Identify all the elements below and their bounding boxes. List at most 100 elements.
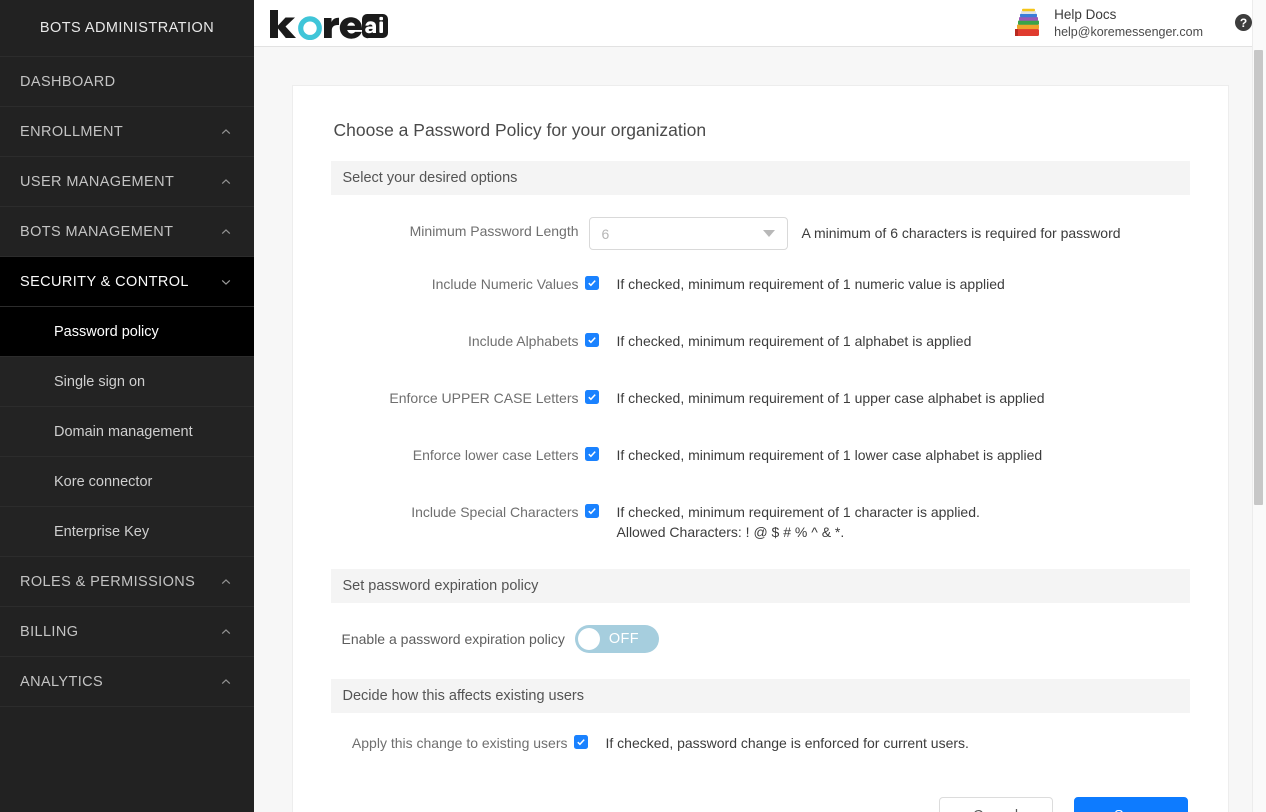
help-title: Help Docs (1054, 7, 1117, 23)
sidebar-item-enrollment[interactable]: ENROLLMENT (0, 107, 254, 157)
sidebar-item-label: DASHBOARD (20, 73, 116, 90)
password-policy-card: Choose a Password Policy for your organi… (291, 85, 1229, 812)
toggle-knob (577, 627, 600, 650)
chevron-down-icon (762, 230, 775, 237)
help-text-block: Help Docs help@koremessenger.com (1054, 6, 1203, 39)
top-bar: Help Docs help@koremessenger.com ? (254, 0, 1266, 47)
section-header-existing-users: Decide how this affects existing users (330, 678, 1190, 713)
chevron-up-icon (220, 176, 232, 188)
row-enforce-upper-case: Enforce UPPER CASE Letters If checked, m… (331, 388, 1190, 428)
chevron-down-icon (220, 276, 232, 288)
cancel-button[interactable]: Cancel (938, 796, 1053, 812)
kore-ai-logo[interactable] (264, 6, 388, 40)
sidebar-item-dashboard[interactable]: DASHBOARD (0, 57, 254, 107)
scroll-pane: Choose a Password Policy for your organi… (254, 47, 1266, 812)
include-numeric-values-checkbox-cell (579, 274, 605, 290)
row-enforce-lower-case: Enforce lower case Letters If checked, m… (331, 445, 1190, 485)
section-header-expiration: Set password expiration policy (330, 568, 1190, 603)
enforce-upper-case-checkbox-cell (579, 388, 605, 404)
question-mark-icon[interactable]: ? (1235, 14, 1252, 32)
chevron-up-icon (220, 626, 232, 638)
page-title: Choose a Password Policy for your organi… (333, 120, 707, 140)
include-special-characters-checkbox-cell (579, 502, 605, 518)
include-special-characters-checkbox[interactable] (584, 504, 599, 518)
sidebar-item-single-sign-on[interactable]: Single sign on (0, 357, 254, 407)
enforce-lower-case-desc: If checked, minimum requirement of 1 low… (616, 447, 1043, 463)
row-minimum-password-length: Minimum Password Length 6 A minimum of 6… (331, 217, 1190, 257)
password-expiration-toggle[interactable]: OFF (574, 624, 659, 653)
sidebar-item-user-management[interactable]: USER MANAGEMENT (0, 157, 254, 207)
sidebar-subitem-label: Kore connector (54, 473, 153, 490)
enforce-lower-case-checkbox[interactable] (584, 447, 599, 461)
chevron-up-icon (220, 576, 232, 588)
sidebar-item-domain-management[interactable]: Domain management (0, 407, 254, 457)
sidebar-item-label: ROLES & PERMISSIONS (20, 573, 196, 590)
apply-existing-users-desc: If checked, password change is enforced … (605, 734, 969, 751)
sidebar-subitem-label: Enterprise Key (54, 523, 150, 540)
app-root: BOTS ADMINISTRATION DASHBOARD ENROLLMENT… (0, 0, 1266, 812)
main-area: Help Docs help@koremessenger.com ? Choos… (254, 0, 1266, 812)
apply-existing-users-checkbox[interactable] (573, 734, 588, 749)
sidebar-subitem-label: Password policy (54, 323, 159, 340)
scrollbar-thumb[interactable] (1254, 50, 1263, 505)
sidebar-item-bots-management[interactable]: BOTS MANAGEMENT (0, 207, 254, 257)
include-special-characters-desc-block: If checked, minimum requirement of 1 cha… (605, 502, 980, 543)
chevron-up-icon (220, 676, 232, 688)
include-special-characters-allowed: Allowed Characters: ! @ $ # % ^ & *. (616, 523, 845, 540)
sidebar-item-password-policy[interactable]: Password policy (0, 307, 254, 357)
sidebar-item-security-and-control[interactable]: SECURITY & CONTROL (0, 257, 254, 307)
include-numeric-values-desc: If checked, minimum requirement of 1 num… (616, 276, 1005, 292)
row-include-alphabets: Include Alphabets If checked, minimum re… (331, 331, 1190, 371)
sidebar-item-analytics[interactable]: ANALYTICS (0, 657, 254, 707)
sidebar-item-enterprise-key[interactable]: Enterprise Key (0, 507, 254, 557)
sidebar-subitem-label: Domain management (54, 423, 193, 440)
books-icon (1010, 7, 1044, 39)
minimum-password-length-select-wrap: 6 (579, 217, 788, 250)
apply-existing-users-label: Apply this change to existing users (351, 734, 568, 751)
row-apply-to-existing-users: Apply this change to existing users If c… (331, 733, 1190, 754)
sidebar: BOTS ADMINISTRATION DASHBOARD ENROLLMENT… (0, 0, 254, 812)
enforce-upper-case-checkbox[interactable] (584, 390, 599, 404)
select-value: 6 (601, 225, 610, 242)
row-include-numeric-values: Include Numeric Values If checked, minim… (331, 274, 1190, 314)
sidebar-item-label: BOTS MANAGEMENT (20, 223, 174, 240)
form-actions: Cancel Save (331, 796, 1190, 812)
chevron-up-icon (220, 126, 232, 138)
password-expiration-label: Enable a password expiration policy (341, 630, 565, 647)
enforce-upper-case-label: Enforce UPPER CASE Letters (389, 390, 579, 406)
row-password-expiration-toggle: Enable a password expiration policy OFF (331, 624, 1190, 653)
save-button[interactable]: Save (1073, 796, 1188, 812)
chevron-up-icon (220, 226, 232, 238)
include-alphabets-label: Include Alphabets (467, 333, 579, 349)
sidebar-item-label: SECURITY & CONTROL (20, 273, 189, 290)
sidebar-title: BOTS ADMINISTRATION (0, 0, 254, 57)
minimum-password-length-select[interactable]: 6 (588, 217, 788, 250)
sidebar-item-label: ANALYTICS (20, 673, 104, 690)
sidebar-item-label: USER MANAGEMENT (20, 173, 175, 190)
sidebar-item-label: BILLING (20, 623, 79, 640)
help-area: Help Docs help@koremessenger.com ? (1010, 6, 1252, 39)
sidebar-subitem-label: Single sign on (54, 373, 146, 390)
sidebar-item-roles-and-permissions[interactable]: ROLES & PERMISSIONS (0, 557, 254, 607)
row-include-special-characters: Include Special Characters If checked, m… (331, 502, 1190, 543)
section-header-options: Select your desired options (330, 161, 1190, 195)
enforce-lower-case-checkbox-cell (579, 445, 605, 461)
sidebar-filler (0, 707, 254, 812)
sidebar-item-label: ENROLLMENT (20, 123, 124, 140)
sidebar-item-billing[interactable]: BILLING (0, 607, 254, 657)
help-email: help@koremessenger.com (1054, 24, 1203, 39)
include-alphabets-desc: If checked, minimum requirement of 1 alp… (616, 333, 972, 349)
minimum-password-length-label: Minimum Password Length (409, 223, 579, 239)
include-numeric-values-label: Include Numeric Values (431, 276, 579, 292)
toggle-state-label: OFF (608, 630, 640, 647)
include-numeric-values-checkbox[interactable] (584, 276, 599, 290)
apply-existing-users-checkbox-cell (568, 733, 594, 749)
sidebar-item-kore-connector[interactable]: Kore connector (0, 457, 254, 507)
enforce-upper-case-desc: If checked, minimum requirement of 1 upp… (616, 390, 1045, 406)
minimum-password-length-note: A minimum of 6 characters is required fo… (801, 225, 1121, 241)
options-rows: Minimum Password Length 6 A minimum of 6… (331, 217, 1190, 543)
include-alphabets-checkbox[interactable] (584, 333, 599, 347)
vertical-scrollbar[interactable] (1252, 0, 1266, 812)
include-special-characters-desc: If checked, minimum requirement of 1 cha… (616, 504, 980, 520)
enforce-lower-case-label: Enforce lower case Letters (412, 447, 579, 463)
